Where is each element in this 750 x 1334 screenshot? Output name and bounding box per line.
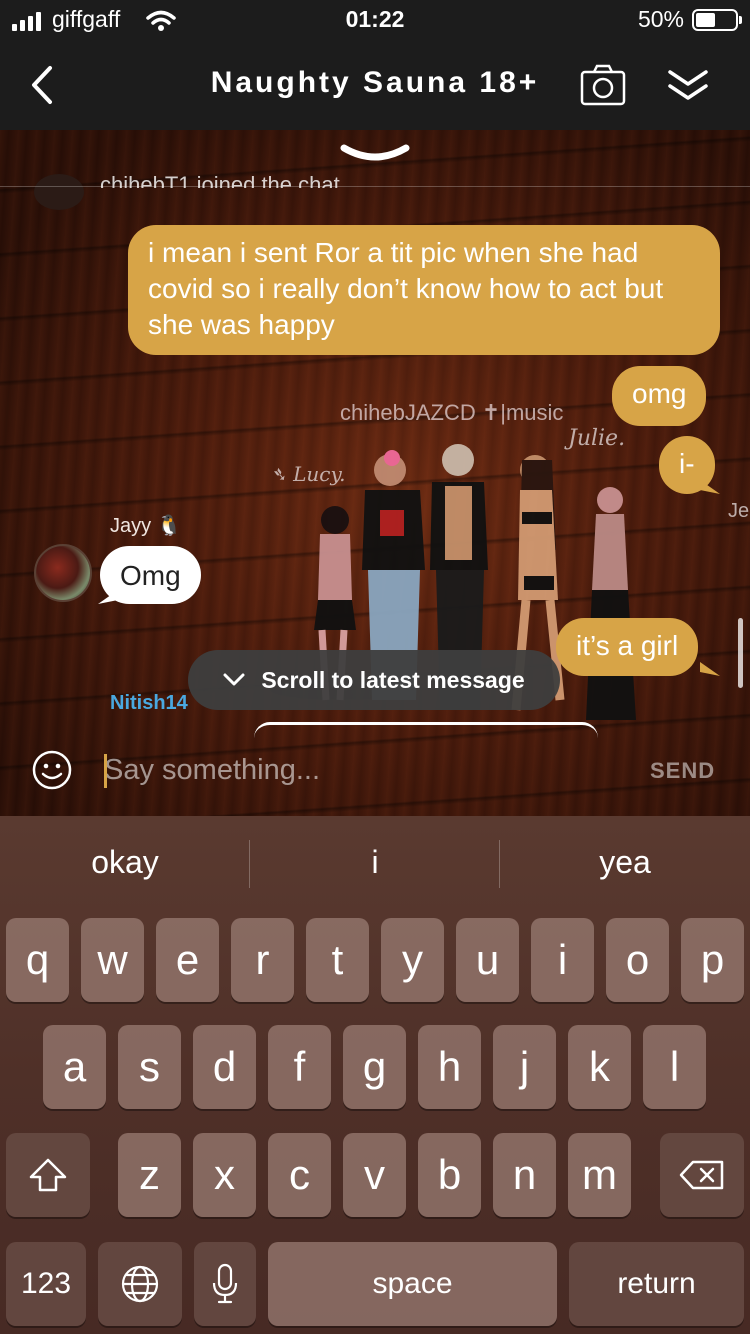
bubble-tail: [700, 480, 720, 494]
key-t[interactable]: t: [306, 918, 369, 1002]
scroll-to-latest-button[interactable]: Scroll to latest message: [188, 650, 560, 710]
camera-button[interactable]: [580, 64, 626, 106]
key-i[interactable]: i: [531, 918, 594, 1002]
return-key[interactable]: return: [569, 1242, 744, 1326]
sender-name: Jayy 🐧: [110, 515, 182, 537]
suggestion-okay[interactable]: okay: [0, 844, 250, 881]
back-button[interactable]: [22, 62, 62, 108]
chat-area[interactable]: chihebT1 joined the chat chihebJAZCD ✝|m…: [0, 130, 750, 816]
key-w[interactable]: w: [81, 918, 144, 1002]
key-s[interactable]: s: [118, 1025, 181, 1109]
delete-icon: [679, 1160, 724, 1190]
keyboard: okay i yea q w e r t y u i o p a s d f g…: [0, 816, 750, 1334]
outgoing-message[interactable]: omg: [612, 366, 707, 426]
scene-label-chiheb: chihebJAZCD ✝|music: [340, 400, 564, 425]
key-o[interactable]: o: [606, 918, 669, 1002]
status-bar: giffgaff 01:22 50%: [0, 0, 750, 40]
key-q[interactable]: q: [6, 918, 69, 1002]
key-e[interactable]: e: [156, 918, 219, 1002]
bubble-tail: [98, 590, 118, 604]
avatar: [34, 174, 84, 210]
key-c[interactable]: c: [268, 1133, 331, 1217]
key-k[interactable]: k: [568, 1025, 631, 1109]
chat-header: Naughty Sauna 18+: [0, 40, 750, 130]
scroll-to-latest-label: Scroll to latest message: [261, 666, 525, 693]
scrollbar[interactable]: [738, 618, 743, 688]
bubble-tail: [700, 662, 720, 676]
key-f[interactable]: f: [268, 1025, 331, 1109]
key-p[interactable]: p: [681, 918, 744, 1002]
key-v[interactable]: v: [343, 1133, 406, 1217]
scene-label-julie: Julie.: [568, 426, 626, 451]
key-d[interactable]: d: [193, 1025, 256, 1109]
key-g[interactable]: g: [343, 1025, 406, 1109]
shift-icon: [29, 1158, 67, 1192]
predictive-bar: okay i yea: [0, 816, 750, 908]
key-r[interactable]: r: [231, 918, 294, 1002]
key-n[interactable]: n: [493, 1133, 556, 1217]
pull-down-chevron-icon[interactable]: [338, 142, 412, 170]
key-m[interactable]: m: [568, 1133, 631, 1217]
space-key[interactable]: space: [268, 1242, 557, 1326]
outgoing-message[interactable]: it’s a girl: [556, 618, 699, 676]
scene-label-lucy: ➴ Lucy.: [270, 462, 346, 486]
message-input[interactable]: [104, 748, 604, 792]
globe-icon: [121, 1265, 159, 1303]
message-composer: SEND: [0, 736, 750, 816]
numbers-key[interactable]: 123: [6, 1242, 86, 1326]
key-j[interactable]: j: [493, 1025, 556, 1109]
battery-percent: 50%: [637, 6, 684, 32]
key-y[interactable]: y: [381, 918, 444, 1002]
text-caret: [104, 754, 107, 788]
key-x[interactable]: x: [193, 1133, 256, 1217]
battery-icon: [692, 9, 742, 31]
room-title: Naughty Sauna 18+: [210, 66, 540, 99]
key-b[interactable]: b: [418, 1133, 481, 1217]
key-h[interactable]: h: [418, 1025, 481, 1109]
divider: [0, 186, 750, 187]
outgoing-message[interactable]: i mean i sent Ror a tit pic when she had…: [128, 225, 720, 355]
key-z[interactable]: z: [118, 1133, 181, 1217]
emoji-icon[interactable]: [32, 750, 72, 790]
shift-key[interactable]: [6, 1133, 90, 1217]
key-a[interactable]: a: [43, 1025, 106, 1109]
avatar[interactable]: [34, 544, 92, 602]
sender-name: Nitish14: [110, 692, 188, 714]
suggestion-yea[interactable]: yea: [500, 844, 750, 881]
collapse-chevrons-button[interactable]: [664, 66, 712, 106]
send-button[interactable]: SEND: [650, 758, 715, 784]
key-l[interactable]: l: [643, 1025, 706, 1109]
globe-key[interactable]: [98, 1242, 182, 1326]
backspace-key[interactable]: [660, 1133, 744, 1217]
key-u[interactable]: u: [456, 918, 519, 1002]
scene-label-je: Je: [728, 500, 750, 522]
suggestion-i[interactable]: i: [250, 844, 500, 881]
microphone-icon: [212, 1263, 238, 1304]
microphone-key[interactable]: [194, 1242, 256, 1326]
chevron-down-icon: [223, 673, 245, 686]
